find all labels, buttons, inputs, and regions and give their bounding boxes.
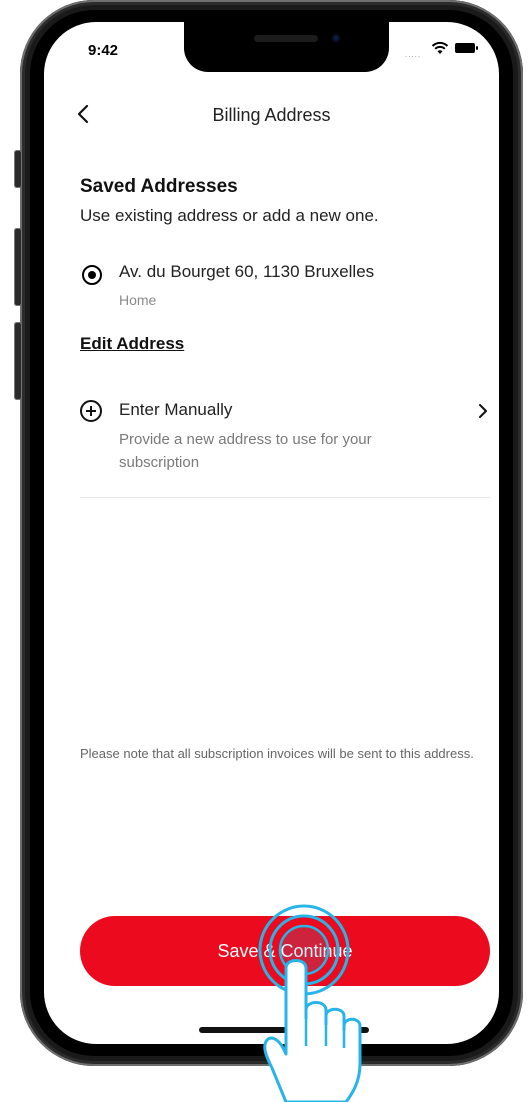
saved-addresses-subtitle: Use existing address or add a new one. [80,206,379,225]
divider [80,497,490,498]
enter-manually-description: Provide a new address to use for your su… [119,431,372,471]
status-time: 9:42 [88,42,119,59]
wifi-icon [431,41,449,54]
enter-manually-title: Enter Manually [119,400,233,419]
notch [184,22,389,72]
page-title: Billing Address [212,105,331,125]
phone-screen: 9:42 ..... Billing Address Saved Address… [44,22,499,1044]
nav-bar: Billing Address [44,100,499,130]
status-icons: ..... [397,40,478,59]
saved-address-option[interactable]: Av. du Bourget 60, 1130 Bruxelles Home [80,262,480,318]
radio-selected-icon[interactable] [82,265,102,285]
address-line: Av. du Bourget 60, 1130 Bruxelles [119,262,375,281]
enter-manually-row[interactable]: Enter Manually Provide a new address to … [80,398,490,478]
invoice-notice: Please note that all subscription invoic… [80,746,474,761]
camera-icon [331,33,341,43]
volume-down-button [14,322,22,400]
plus-circle-icon [80,400,102,422]
chevron-right-icon [479,404,487,418]
home-indicator [199,1027,369,1033]
volume-up-button [14,228,22,306]
save-continue-button[interactable]: Save & Continue [80,916,490,986]
signal-icon: ..... [405,50,422,59]
edit-address-link[interactable]: Edit Address [80,334,184,354]
speaker [254,35,318,42]
battery-icon [455,43,478,53]
mute-switch [14,150,22,188]
saved-addresses-heading: Saved Addresses [80,176,238,197]
address-label: Home [119,292,157,308]
